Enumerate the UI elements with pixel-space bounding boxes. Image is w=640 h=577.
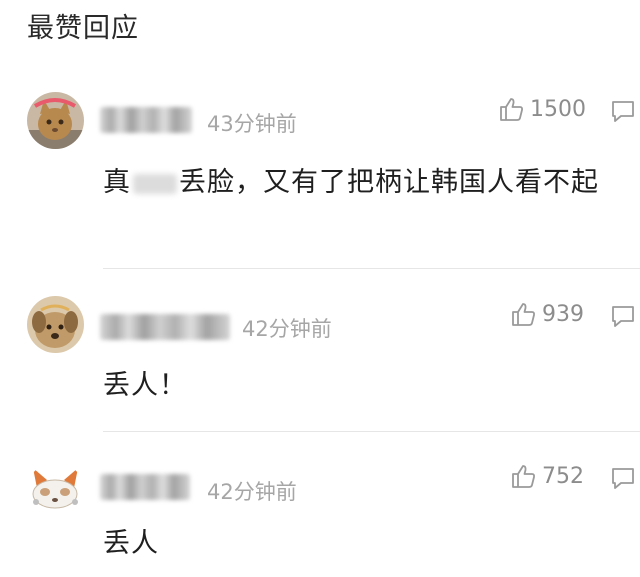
like-button[interactable]: 1500 bbox=[498, 96, 586, 122]
comment-text: 真 丢脸，又有了把柄让韩国人看不起 bbox=[103, 160, 623, 205]
comment-time: 42分钟前 bbox=[242, 317, 332, 341]
divider bbox=[103, 431, 640, 432]
comment-time: 43分钟前 bbox=[207, 112, 297, 136]
dog-avatar-icon[interactable] bbox=[27, 296, 84, 353]
top-comments-page: 最赞回应 43分钟前 1500 真 丢脸，又有了把柄让韩国人看不起 42分钟前 … bbox=[0, 0, 640, 577]
like-button[interactable]: 752 bbox=[510, 463, 584, 489]
divider bbox=[103, 268, 640, 269]
username-blurred[interactable] bbox=[100, 314, 230, 340]
comment-time: 42分钟前 bbox=[207, 480, 297, 504]
fox-avatar-icon[interactable] bbox=[27, 462, 84, 519]
comment-text: 丢人！ bbox=[103, 370, 187, 401]
reply-icon[interactable] bbox=[610, 466, 636, 490]
comment-text-prefix: 真 bbox=[103, 167, 131, 198]
like-count: 752 bbox=[542, 463, 584, 489]
username-blurred[interactable] bbox=[100, 107, 192, 133]
thumbs-up-icon bbox=[512, 465, 535, 488]
reply-icon[interactable] bbox=[610, 304, 636, 328]
thumbs-up-icon bbox=[512, 303, 535, 326]
like-count: 939 bbox=[542, 301, 584, 327]
comment-text: 丢人 bbox=[103, 528, 159, 559]
cat-avatar-icon[interactable] bbox=[27, 92, 84, 149]
thumbs-up-icon bbox=[500, 98, 523, 121]
reply-icon[interactable] bbox=[610, 99, 636, 123]
comment-text-rest: 丢脸，又有了把柄让韩国人看不起 bbox=[179, 167, 599, 198]
username-blurred[interactable] bbox=[100, 474, 190, 500]
like-button[interactable]: 939 bbox=[510, 301, 584, 327]
censored-word bbox=[133, 173, 177, 194]
like-count: 1500 bbox=[530, 96, 586, 122]
section-title: 最赞回应 bbox=[27, 13, 139, 44]
